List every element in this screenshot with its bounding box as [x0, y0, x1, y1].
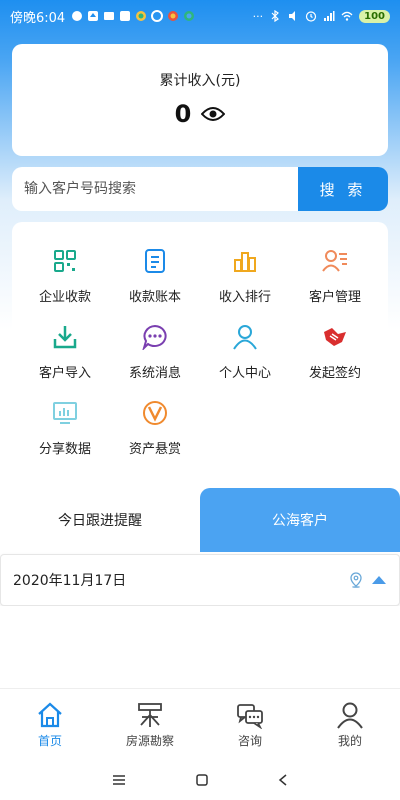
grid-label: 资产悬赏: [128, 442, 181, 457]
location-pin-icon[interactable]: [349, 572, 363, 588]
notification-icons: [71, 10, 195, 22]
upload-notification-icon: [88, 11, 99, 21]
v-circle-icon: [143, 401, 167, 425]
grid-label: 客户管理: [308, 290, 361, 305]
home-square-icon[interactable]: [196, 774, 208, 786]
app-colorful-icon-3: [184, 11, 195, 21]
back-icon[interactable]: [278, 774, 288, 786]
tab-bar: 今日跟进提醒 公海客户: [0, 488, 400, 552]
income-label: 累计收入(元): [159, 73, 241, 89]
menu-icon[interactable]: [112, 774, 126, 786]
function-grid: 企业收款 收款账本 收入排行 客户管理 客户导入 系统消息 个人中心 发起签约 …: [12, 222, 388, 470]
user-list-icon: [322, 250, 347, 272]
grid-item-customer-management[interactable]: 客户管理: [290, 248, 380, 305]
status-right: ··· 100: [252, 9, 390, 23]
grid-label: 发起签约: [308, 366, 361, 381]
grid-item-personal-center[interactable]: 个人中心: [200, 324, 290, 381]
person-icon: [233, 325, 257, 350]
income-row: 0: [12, 100, 388, 128]
grid-label: 系统消息: [128, 366, 181, 381]
date-icons: [349, 572, 387, 588]
aperture-icon: [151, 10, 164, 22]
nav-item-profile[interactable]: 我的: [300, 689, 400, 760]
chat-bubble-icon: [142, 324, 167, 350]
grid-label: 个人中心: [218, 366, 271, 381]
system-nav-bar: [0, 760, 400, 800]
alarm-icon: [306, 11, 317, 22]
monitor-chart-icon: [53, 402, 77, 424]
bluetooth-icon: [271, 10, 280, 22]
download-icon: [53, 326, 77, 349]
ranking-bars-icon: [234, 252, 256, 272]
nav-label: 房源勘察: [125, 733, 174, 748]
home-icon: [38, 702, 62, 727]
caret-up-icon[interactable]: [371, 575, 387, 585]
grid-item-initiate-signing[interactable]: 发起签约: [290, 324, 380, 381]
grid-item-share-data[interactable]: 分享数据: [20, 400, 110, 457]
nav-label: 咨询: [237, 733, 262, 748]
grid-item-asset-bounty[interactable]: 资产悬赏: [110, 400, 200, 457]
eye-icon[interactable]: [201, 106, 226, 122]
grid-label: 分享数据: [38, 442, 91, 457]
search-input[interactable]: [12, 167, 298, 211]
more-dots: ···: [252, 9, 264, 23]
tab-public-customers[interactable]: 公海客户: [200, 488, 400, 552]
wifi-icon: [341, 11, 353, 21]
date-text: 2020年11月17日: [13, 573, 127, 589]
survey-icon: [138, 702, 162, 727]
nav-item-survey[interactable]: 房源勘察: [100, 689, 200, 760]
signal-icon: [324, 11, 335, 21]
qr-code-icon: [54, 250, 76, 272]
ledger-icon: [145, 249, 165, 273]
date-bar[interactable]: 2020年11月17日: [0, 554, 400, 606]
app-colorful-icon-2: [168, 11, 179, 21]
nav-item-home[interactable]: 首页: [0, 689, 100, 760]
grid-item-payment-ledger[interactable]: 收款账本: [110, 248, 200, 305]
grid-label: 收入排行: [218, 290, 271, 305]
nav-item-consult[interactable]: 咨询: [200, 689, 300, 760]
app-colorful-icon: [136, 11, 147, 21]
grid-item-customer-import[interactable]: 客户导入: [20, 324, 110, 381]
nav-label: 我的: [337, 733, 362, 748]
search-button[interactable]: 搜 索: [298, 167, 388, 211]
grid-label: 企业收款: [38, 290, 91, 305]
battery-indicator: 100: [359, 9, 390, 23]
image-notification-icon: [120, 11, 131, 21]
grid-label: 收款账本: [128, 290, 181, 305]
tab-today-follow-up[interactable]: 今日跟进提醒: [0, 488, 200, 552]
grid-item-income-ranking[interactable]: 收入排行: [200, 248, 290, 305]
profile-icon: [337, 702, 363, 729]
income-card: 累计收入(元) 0: [12, 44, 388, 156]
app-notification-icon: [72, 11, 83, 21]
status-bar: 傍晚6:04 ··· 100: [0, 0, 400, 32]
consult-chat-icon: [237, 703, 263, 729]
income-value: 0: [174, 100, 192, 128]
nav-label: 首页: [37, 733, 62, 748]
bottom-nav: 首页 房源勘察 咨询 我的: [0, 688, 400, 760]
grid-label: 客户导入: [38, 366, 91, 381]
mail-notification-icon: [104, 12, 115, 20]
mute-icon: [289, 11, 296, 21]
search-row: 搜 索: [12, 167, 388, 211]
grid-item-system-messages[interactable]: 系统消息: [110, 324, 200, 381]
list-content-area: [0, 606, 400, 688]
status-time: 傍晚6:04: [10, 10, 66, 26]
grid-item-enterprise-payment[interactable]: 企业收款: [20, 248, 110, 305]
handshake-icon: [324, 328, 346, 346]
